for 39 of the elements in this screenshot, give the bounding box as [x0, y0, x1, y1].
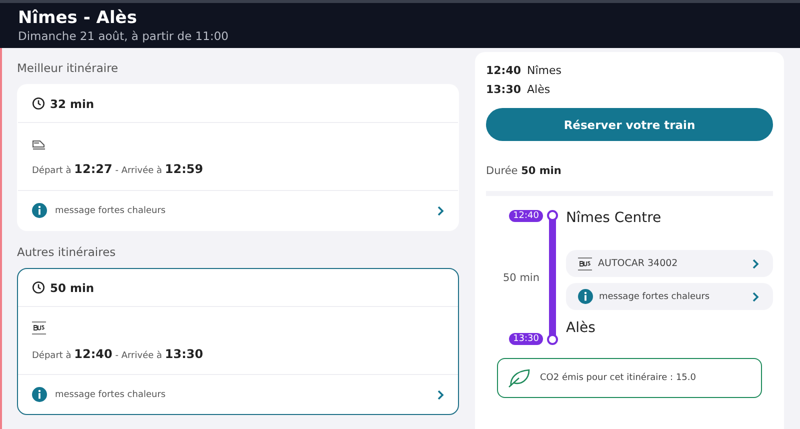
stop-time: 13:30 — [486, 83, 522, 96]
leaf-icon — [507, 368, 531, 388]
duration-text: 32 min — [50, 96, 94, 110]
times-text: Départ à 12:40 - Arrivée à 13:30 — [32, 346, 204, 360]
duration-text: Durée 50 min — [486, 165, 562, 177]
bus-leg-row[interactable]: AUTOCAR 34002 — [566, 250, 773, 277]
itinerary-card[interactable]: 32 min Départ à 12:27 - Arrivée à 12:59 message fortes chaleurs — [17, 84, 459, 231]
train-icon — [32, 138, 46, 150]
duration-text: 50 min — [503, 272, 540, 284]
info-icon — [32, 387, 47, 402]
stop-name: Alès — [527, 83, 550, 96]
info-icon — [32, 203, 47, 218]
itinerary-card[interactable]: 50 min Départ à 12:40 - Arrivée à 13:30 message fortes chaleurs — [17, 268, 459, 415]
times-text: Départ à 12:27 - Arrivée à 12:59 — [32, 162, 204, 176]
page-title: Nîmes - Alès — [18, 7, 138, 29]
message-link[interactable]: message fortes chaleurs — [55, 390, 429, 400]
date-subtitle: Dimanche 21 août, à partir de 11:00 — [18, 29, 230, 43]
bus-icon — [578, 256, 592, 270]
message-link[interactable]: message fortes chaleurs — [55, 206, 429, 216]
book-button[interactable]: Réserver votre train — [486, 108, 773, 141]
clock-icon — [32, 97, 45, 110]
bus-icon — [32, 320, 46, 334]
co2-text: CO2 émis pour cet itinéraire : 15.0 — [540, 373, 696, 383]
stop-time: 12:40 — [486, 64, 522, 77]
chevron-icon — [437, 206, 444, 216]
duration-text: 50 min — [50, 280, 94, 294]
chevron-icon — [752, 292, 759, 302]
section-title: Meilleur itinéraire — [17, 61, 120, 75]
chevron-icon — [437, 390, 444, 400]
chevron-icon — [752, 258, 759, 268]
time-pill: 12:40 — [509, 210, 543, 222]
clock-icon — [32, 281, 45, 294]
section-title: Autres itinéraires — [17, 245, 117, 259]
message-row[interactable]: message fortes chaleurs — [566, 283, 773, 310]
stop-name: Nîmes — [527, 64, 562, 77]
stop-name: Nîmes Centre — [566, 210, 662, 226]
stop-name: Alès — [566, 320, 596, 336]
time-pill: 13:30 — [509, 333, 543, 345]
info-icon — [578, 289, 593, 304]
